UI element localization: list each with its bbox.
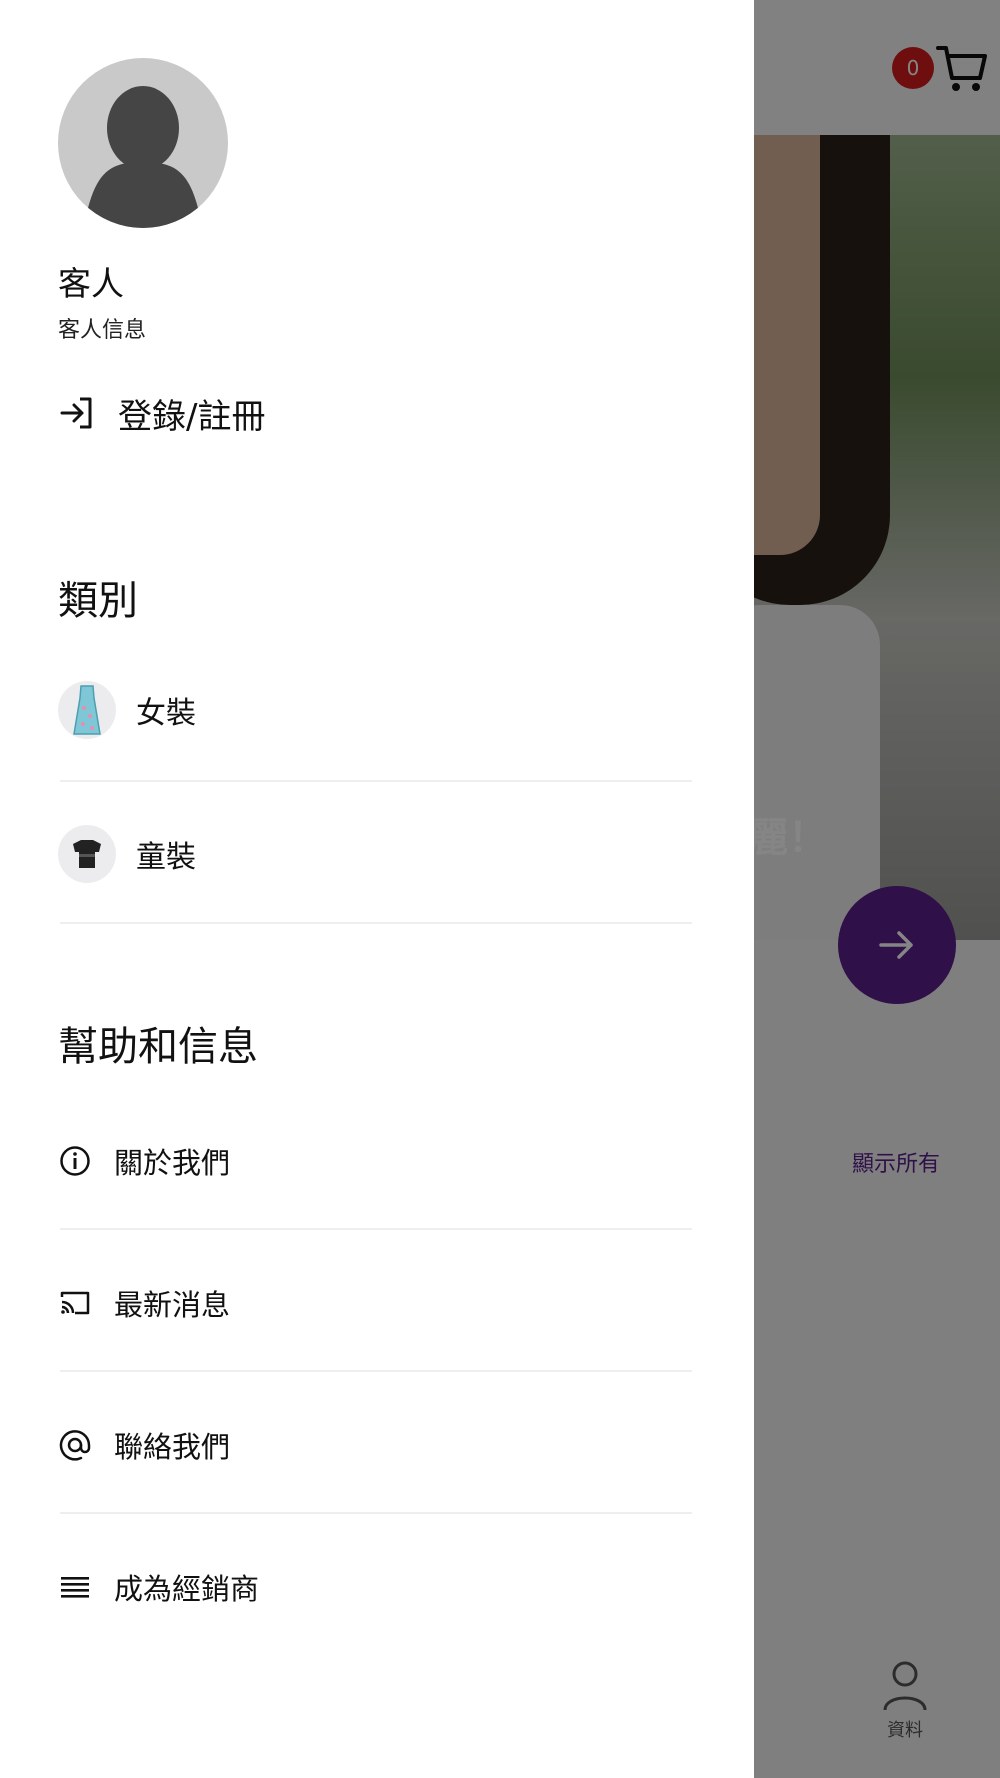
category-label: 童裝 <box>136 840 196 875</box>
login-register-button[interactable]: 登錄/註冊 <box>58 385 265 441</box>
divider <box>60 922 692 924</box>
category-label: 女裝 <box>136 696 196 731</box>
list-icon <box>58 1570 92 1604</box>
menu-item-label: 聯絡我們 <box>114 1430 231 1464</box>
user-silhouette-icon <box>88 86 198 228</box>
login-icon <box>60 397 92 429</box>
login-register-label: 登錄/註冊 <box>118 396 266 437</box>
divider <box>60 1370 692 1372</box>
divider <box>60 1228 692 1230</box>
menu-item-label: 成為經銷商 <box>114 1572 260 1606</box>
user-name: 客人 <box>58 264 124 303</box>
navigation-drawer: 客人 客人信息 登錄/註冊 類別 女裝 童裝 幫助和信息 關於我們 最新消息 聯… <box>0 0 754 1778</box>
menu-item-become-dealer[interactable]: 成為經銷商 <box>58 1552 698 1622</box>
menu-item-latest-news[interactable]: 最新消息 <box>58 1268 698 1338</box>
info-icon <box>58 1144 92 1178</box>
divider <box>60 1512 692 1514</box>
menu-item-about-us[interactable]: 關於我們 <box>58 1126 698 1196</box>
at-icon <box>58 1428 92 1462</box>
help-info-heading: 幫助和信息 <box>58 1024 258 1070</box>
divider <box>60 780 692 782</box>
menu-item-label: 最新消息 <box>114 1288 231 1322</box>
category-item-womens[interactable]: 女裝 <box>58 660 690 760</box>
category-item-kids[interactable]: 童裝 <box>58 804 690 904</box>
menu-item-contact-us[interactable]: 聯絡我們 <box>58 1410 698 1480</box>
avatar <box>58 58 228 228</box>
cast-icon <box>58 1286 92 1320</box>
menu-item-label: 關於我們 <box>114 1146 231 1180</box>
dress-icon <box>58 681 116 739</box>
categories-heading: 類別 <box>58 578 138 624</box>
user-subtitle: 客人信息 <box>58 318 147 343</box>
kids-shirt-icon <box>58 825 116 883</box>
